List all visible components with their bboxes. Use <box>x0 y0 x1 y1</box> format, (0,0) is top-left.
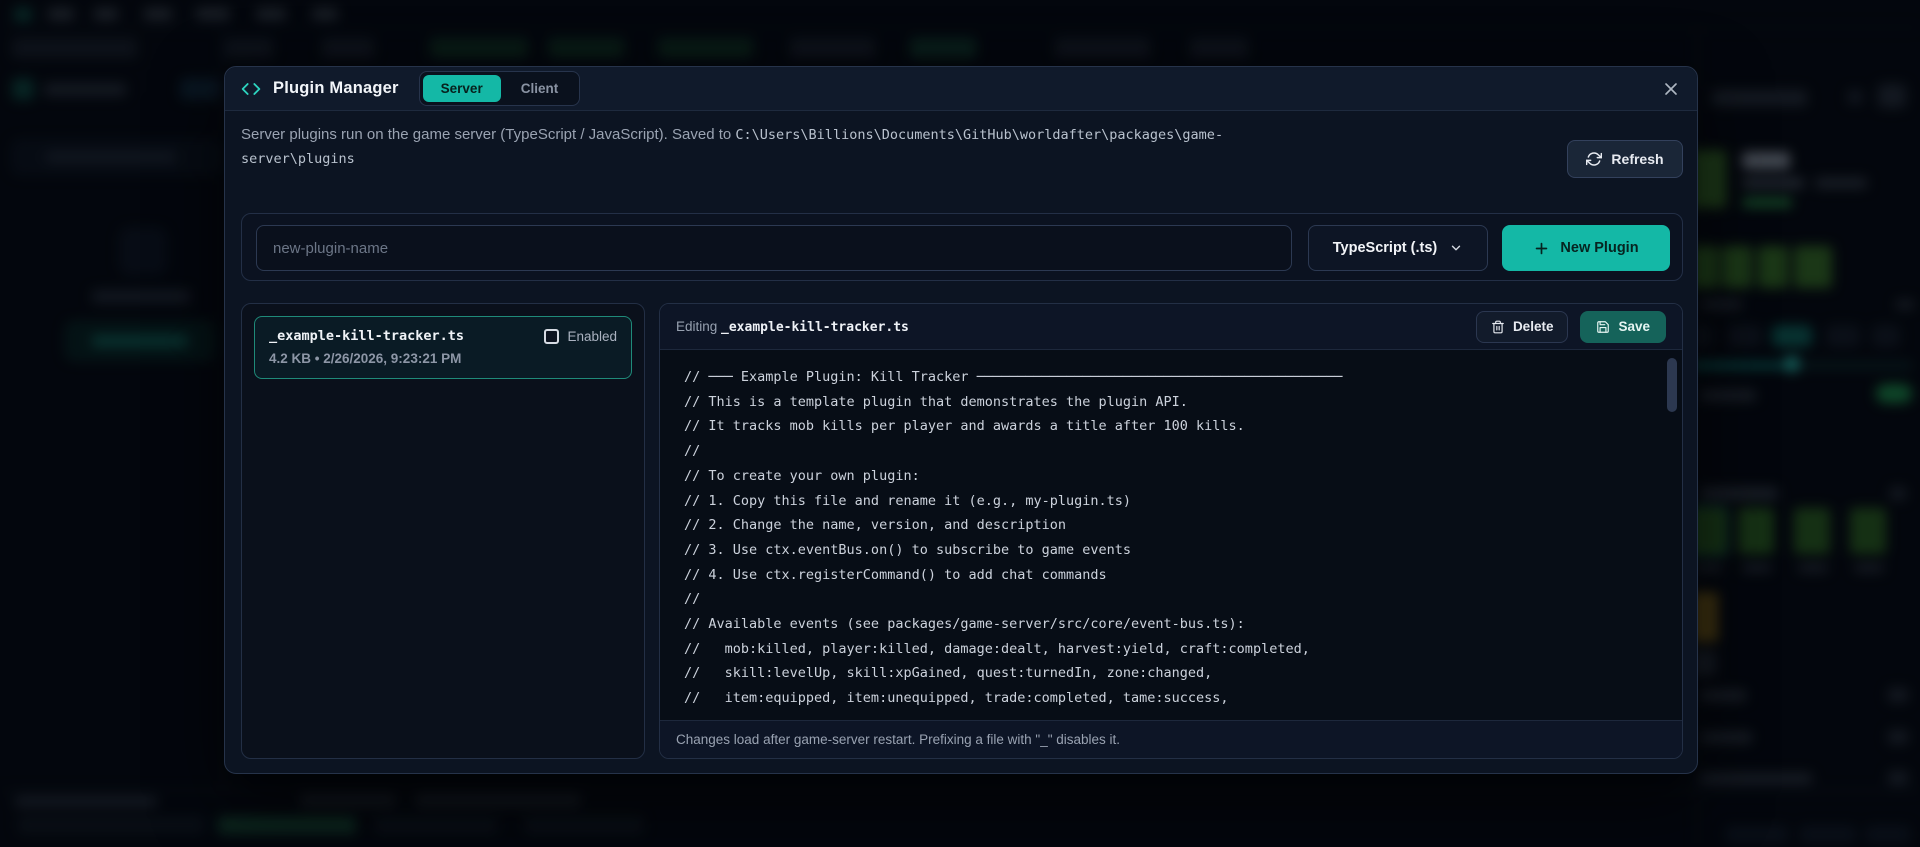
plugin-editor-panel: Editing _example-kill-tracker.ts Delete … <box>659 303 1683 759</box>
editor-scrollbar[interactable] <box>1667 358 1677 412</box>
application-window: Plugin Manager Server Client Server plug… <box>0 0 1920 847</box>
plugin-filename: _example-kill-tracker.ts <box>269 328 465 344</box>
plugin-description: Server plugins run on the game server (T… <box>241 123 1281 171</box>
plugin-meta: 4.2 KB • 2/26/2026, 9:23:21 PM <box>269 351 462 366</box>
code-line: // <box>684 443 701 460</box>
tab-client[interactable]: Client <box>503 75 577 102</box>
editor-header: Editing _example-kill-tracker.ts Delete … <box>660 304 1682 350</box>
tab-server[interactable]: Server <box>422 75 501 102</box>
code-line: // 3. Use ctx.eventBus.on() to subscribe… <box>684 541 1132 558</box>
language-select[interactable]: TypeScript (.ts) <box>1308 225 1488 271</box>
plugin-manager-modal: Plugin Manager Server Client Server plug… <box>224 66 1698 774</box>
delete-button[interactable]: Delete <box>1475 310 1569 343</box>
refresh-icon <box>1586 151 1603 167</box>
create-plugin-row: TypeScript (.ts) New Plugin <box>241 213 1683 281</box>
code-line: // 4. Use ctx.registerCommand() to add c… <box>684 566 1107 583</box>
editing-label: Editing _example-kill-tracker.ts <box>676 318 909 335</box>
modal-header: Plugin Manager Server Client <box>225 67 1697 111</box>
code-line: // It tracks mob kills per player and aw… <box>684 418 1245 435</box>
editing-filename: _example-kill-tracker.ts <box>721 319 909 335</box>
refresh-button[interactable]: Refresh <box>1567 140 1683 178</box>
code-line: // To create your own plugin: <box>684 467 920 484</box>
code-line: // 1. Copy this file and rename it (e.g.… <box>684 492 1132 509</box>
plus-icon <box>1533 240 1550 257</box>
save-button[interactable]: Save <box>1580 310 1666 343</box>
code-line: // <box>684 591 701 608</box>
code-line: // mob:killed, player:killed, damage:dea… <box>684 640 1310 657</box>
enabled-checkbox[interactable] <box>544 328 560 344</box>
chevron-down-icon <box>1449 241 1463 255</box>
plugin-list-item[interactable]: _example-kill-tracker.ts Enabled 4.2 KB … <box>254 316 632 379</box>
code-line: // ─── Example Plugin: Kill Tracker ────… <box>684 369 1343 385</box>
code-line: // This is a template plugin that demons… <box>684 393 1188 410</box>
plugin-list-panel: _example-kill-tracker.ts Enabled 4.2 KB … <box>241 303 645 759</box>
trash-icon <box>1491 320 1505 334</box>
modal-title: Plugin Manager <box>273 79 399 97</box>
new-plugin-name-input[interactable] <box>256 225 1292 271</box>
code-line: // skill:levelUp, skill:xpGained, quest:… <box>684 665 1213 682</box>
code-line: // 2. Change the name, version, and desc… <box>684 517 1067 534</box>
save-icon <box>1596 320 1610 334</box>
code-line: // item:equipped, item:unequipped, trade… <box>684 690 1229 707</box>
description-text: Server plugins run on the game server (T… <box>241 126 736 143</box>
editor-footer-note: Changes load after game-server restart. … <box>660 720 1682 758</box>
server-client-tabs: Server Client <box>418 71 581 106</box>
code-line: // Available events (see packages/game-s… <box>684 616 1245 633</box>
new-plugin-button[interactable]: New Plugin <box>1502 225 1670 271</box>
code-editor[interactable]: // ─── Example Plugin: Kill Tracker ────… <box>660 350 1682 720</box>
code-brackets-icon <box>241 79 261 99</box>
enabled-toggle[interactable]: Enabled <box>544 328 617 344</box>
close-icon[interactable] <box>1661 79 1681 99</box>
